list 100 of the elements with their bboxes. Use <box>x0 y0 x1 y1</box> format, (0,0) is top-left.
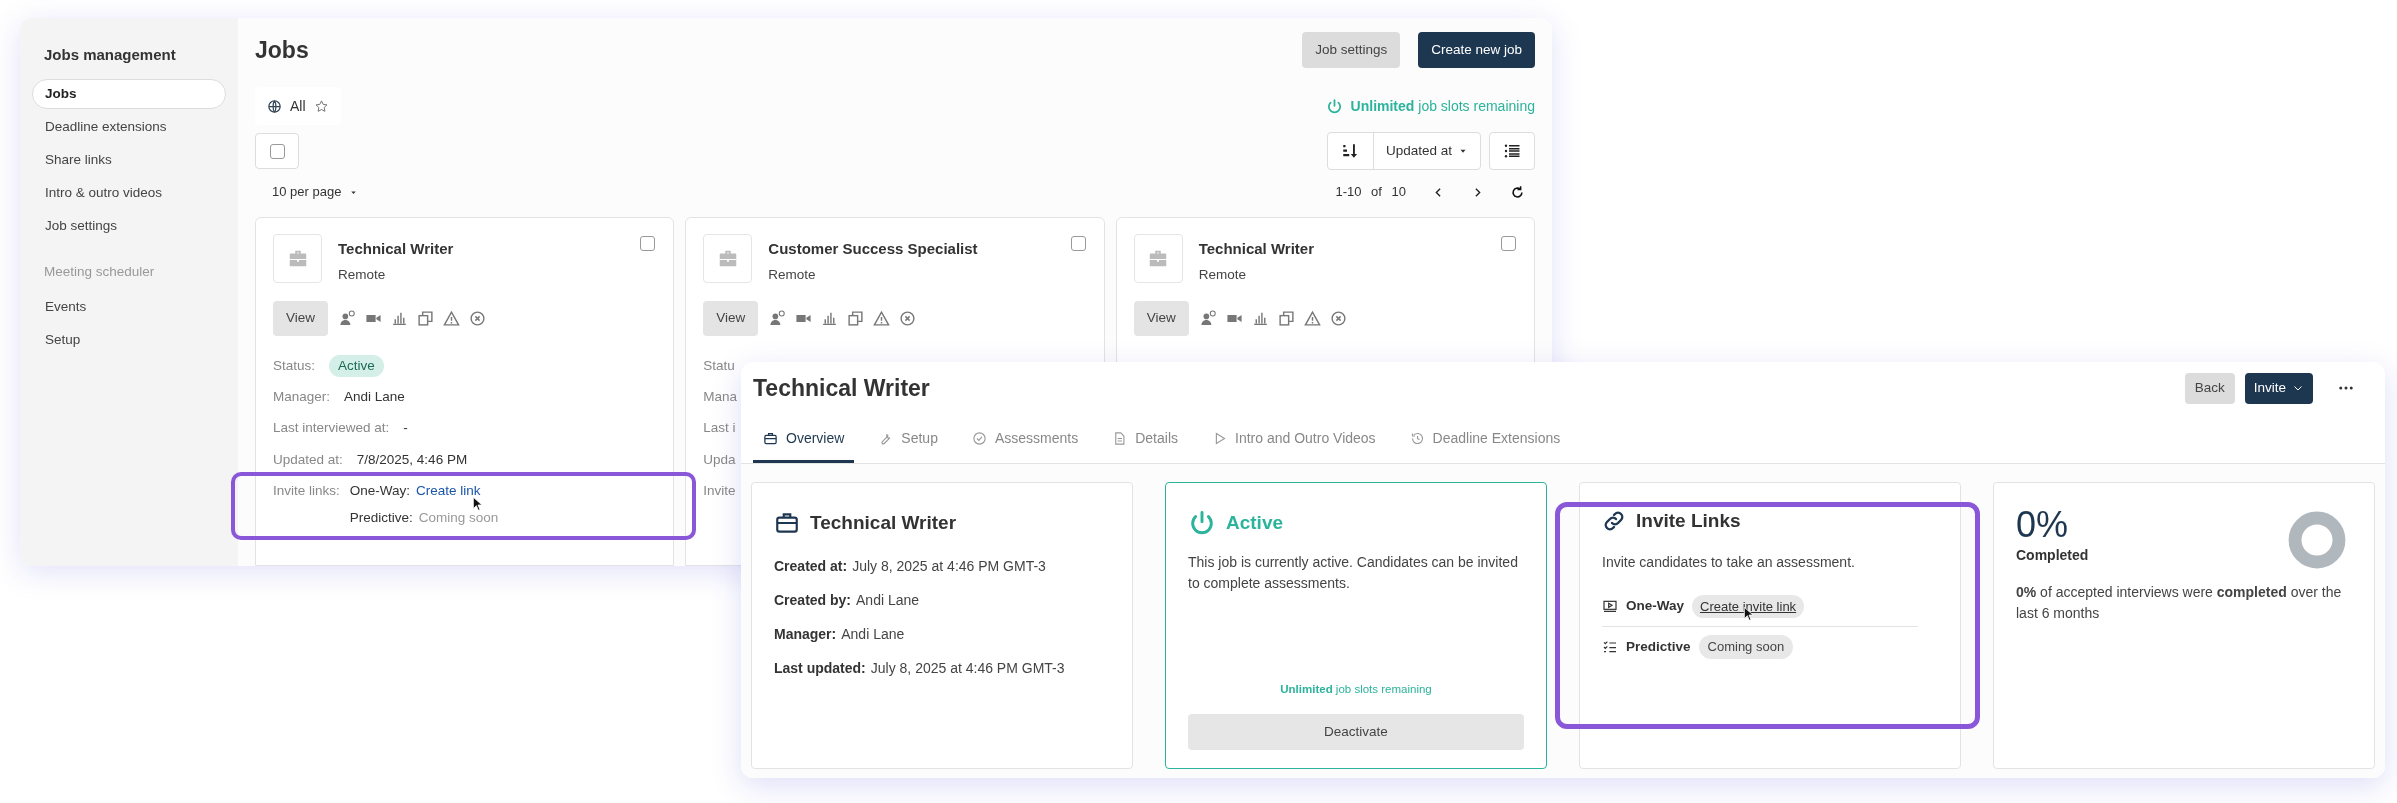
sidebar-item[interactable]: Deadline extensions <box>32 111 226 142</box>
copy-icon[interactable] <box>847 309 865 327</box>
field-label: Last i <box>703 419 736 438</box>
star-icon <box>313 98 329 114</box>
copy-icon[interactable] <box>417 309 435 327</box>
job-title: Customer Success Specialist <box>768 239 978 259</box>
video-screen-icon <box>1602 598 1618 615</box>
field-label: Manager: <box>273 388 331 406</box>
field-label: Upda <box>703 450 736 469</box>
card-title: Invite Links <box>1636 509 1741 533</box>
view-button[interactable]: View <box>703 300 759 336</box>
field-value: Andi Lane <box>841 624 905 644</box>
sort-control[interactable]: Updated at <box>1326 132 1481 170</box>
field-label: Last interviewed at: <box>273 419 390 438</box>
create-job-button[interactable]: Create new job <box>1418 32 1535 68</box>
tab[interactable]: Details <box>1102 416 1188 463</box>
back-button[interactable]: Back <box>2184 372 2235 404</box>
field-label: Status: <box>273 356 316 375</box>
card-title: Technical Writer <box>810 511 957 535</box>
globe-icon <box>267 98 282 114</box>
settings-button[interactable]: Job settings <box>1302 32 1401 68</box>
checkbox[interactable] <box>269 143 285 159</box>
close-circle-icon[interactable] <box>469 309 487 327</box>
sidebar-item[interactable]: Setup <box>32 324 226 355</box>
list-icon <box>1503 142 1521 160</box>
slots-text: Unlimited job slots remaining <box>1279 681 1433 697</box>
checkbox[interactable] <box>640 236 656 251</box>
metric-label: Completed <box>2016 546 2090 565</box>
history-icon <box>1409 430 1425 446</box>
field-label: Created at: <box>774 556 848 576</box>
field-label: Statu <box>703 356 735 375</box>
field-value: Andi Lane <box>856 590 920 610</box>
document-icon <box>1112 430 1128 446</box>
sidebar-item[interactable]: Events <box>32 291 226 322</box>
person-add-icon[interactable] <box>769 309 787 327</box>
person-add-icon[interactable] <box>1199 309 1217 327</box>
view-button[interactable]: View <box>1133 300 1189 336</box>
field-value: 7/8/2025, 4:46 PM <box>356 450 468 469</box>
sidebar-item[interactable]: Job settings <box>32 210 226 241</box>
link-label: Predictive <box>1626 637 1691 656</box>
tab[interactable]: Setup <box>868 416 948 463</box>
checkbox[interactable] <box>1501 236 1516 251</box>
job-title: Technical Writer <box>338 239 454 259</box>
field-label: Created by: <box>774 590 852 610</box>
warning-icon[interactable] <box>1303 309 1321 327</box>
field-value: - <box>403 419 408 438</box>
coming-soon-badge: Coming soon <box>1698 635 1794 659</box>
create-link[interactable]: Create link <box>416 480 481 501</box>
field-label: Mana <box>703 388 738 406</box>
power-icon <box>1325 97 1343 115</box>
sort-label: Updated at <box>1385 141 1452 160</box>
sidebar-item[interactable]: Jobs <box>32 78 226 109</box>
link-label: Predictive: <box>349 509 413 527</box>
checkbox[interactable] <box>1070 236 1086 251</box>
briefcase-icon <box>763 430 778 446</box>
tab[interactable]: Intro and Outro Videos <box>1202 416 1386 463</box>
close-circle-icon[interactable] <box>899 309 917 327</box>
invite-button[interactable]: Invite <box>2244 372 2313 404</box>
pagination-text: 1-10 of 10 <box>1335 183 1406 202</box>
page-title: Jobs <box>255 35 309 65</box>
field-value: Andi Lane <box>344 388 405 406</box>
per-page-select[interactable]: 10 per page <box>255 182 359 202</box>
warning-icon[interactable] <box>443 309 461 327</box>
sidebar-item[interactable]: Share links <box>32 144 226 175</box>
person-add-icon[interactable] <box>339 309 357 327</box>
window-title: Technical Writer <box>753 373 930 403</box>
field-label: Invite <box>703 481 736 500</box>
check-circle-icon <box>971 430 987 446</box>
warning-icon[interactable] <box>873 309 891 327</box>
deactivate-button[interactable]: Deactivate <box>1188 714 1524 750</box>
job-location: Remote <box>1198 265 1247 284</box>
field-label: Invite links: <box>273 481 340 500</box>
job-title: Technical Writer <box>1198 239 1314 259</box>
field-label: Manager: <box>774 624 837 644</box>
donut-chart <box>2286 509 2348 571</box>
status-title: Active <box>1226 511 1284 535</box>
coming-soon-text: Coming soon <box>418 509 499 527</box>
job-location: Remote <box>768 265 817 284</box>
field-label: Updated at: <box>273 450 343 469</box>
sort-icon <box>1341 142 1360 160</box>
copy-icon[interactable] <box>1277 309 1295 327</box>
sidebar-item[interactable]: Intro & outro videos <box>32 177 226 208</box>
view-button[interactable]: View <box>273 300 329 336</box>
refresh-icon[interactable] <box>1510 184 1525 200</box>
sidebar-title: Jobs management <box>43 45 177 65</box>
sidebar-heading: Meeting scheduler <box>43 262 156 281</box>
slots-text: Unlimited job slots remaining <box>1350 96 1535 116</box>
list-view-button[interactable] <box>1489 132 1535 170</box>
tab[interactable]: Assessments <box>961 416 1089 463</box>
tab[interactable]: Deadline Extensions <box>1399 416 1571 463</box>
link-label: One-Way: <box>349 481 411 500</box>
close-circle-icon[interactable] <box>1329 309 1347 327</box>
field-value: July 8, 2025 at 4:46 PM GMT-3 <box>870 658 1065 678</box>
field-value: July 8, 2025 at 4:46 PM GMT-3 <box>852 556 1046 576</box>
metric-value: 0% <box>2016 505 2069 545</box>
link-label: One-Way <box>1626 597 1684 616</box>
metric-description: 0% of accepted interviews were completed over the last 6 months <box>2016 583 2343 623</box>
status-badge: Active <box>329 354 384 377</box>
invite-link[interactable]: Create invite link <box>1692 594 1805 618</box>
job-location: Remote <box>338 265 387 284</box>
